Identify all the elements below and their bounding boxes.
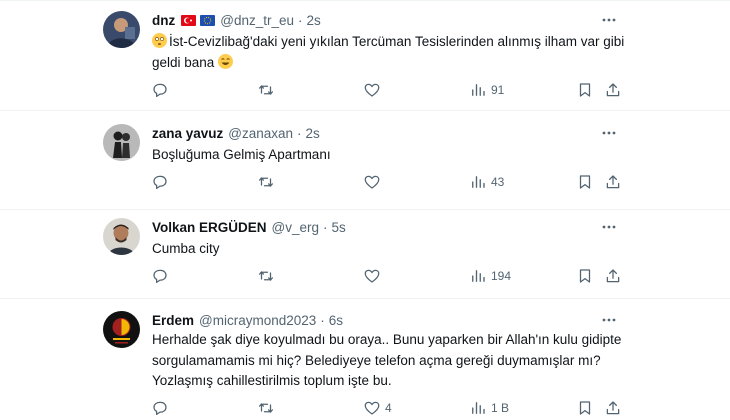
retweet-button[interactable] (257, 398, 275, 418)
separator: · (298, 12, 303, 28)
user-handle[interactable]: @zanaxan (228, 126, 293, 141)
reply-button[interactable] (151, 398, 169, 418)
tweet-text: İst-Cevizlibağ'daki yeni yıkılan Tercüma… (152, 32, 632, 73)
share-button[interactable] (604, 398, 622, 418)
user-handle[interactable]: @micraymond2023 (199, 313, 316, 328)
retweet-icon (258, 85, 274, 95)
retweet-button[interactable] (257, 266, 275, 286)
reply-icon (153, 269, 167, 284)
tweet-text: Boşluğuma Gelmiş Apartmanı (152, 147, 331, 162)
user-handle[interactable]: @v_erg (272, 220, 319, 235)
tweet-actions: 43 (151, 172, 621, 192)
tweet[interactable]: zana yavuz @zanaxan · 2s Boşluğuma Gelmi… (0, 110, 730, 210)
separator: · (323, 219, 328, 235)
display-name[interactable]: Volkan ERGÜDEN (152, 220, 267, 235)
display-name[interactable]: dnz (152, 13, 175, 28)
reply-button[interactable] (151, 80, 169, 100)
views-button[interactable]: 91 (469, 80, 504, 100)
reply-icon (153, 175, 167, 190)
retweet-icon (258, 271, 274, 281)
share-icon (606, 83, 620, 97)
like-button[interactable] (363, 80, 385, 100)
like-icon (364, 83, 380, 97)
bookmark-icon (579, 83, 591, 97)
eu-flag-icon (200, 14, 216, 26)
tweet-header: Volkan ERGÜDEN @v_erg · 5s (152, 218, 346, 236)
retweet-button[interactable] (257, 80, 275, 100)
user-handle[interactable]: @dnz_tr_eu (220, 13, 294, 28)
share-button[interactable] (604, 172, 622, 192)
views-icon (472, 84, 485, 96)
tweet-actions: 194 (151, 266, 621, 286)
views-icon (472, 176, 485, 188)
views-button[interactable]: 43 (469, 172, 504, 192)
share-icon (606, 269, 620, 283)
bookmark-button[interactable] (576, 172, 594, 192)
display-name[interactable]: Erdem (152, 313, 194, 328)
share-button[interactable] (604, 80, 622, 100)
views-count: 194 (491, 269, 512, 283)
tweet-header: Erdem @micraymond2023 · 6s (152, 311, 343, 329)
tweet-header: zana yavuz @zanaxan · 2s (152, 124, 320, 142)
retweet-icon (258, 403, 274, 413)
share-icon (606, 175, 620, 189)
more-icon[interactable] (601, 219, 617, 235)
bookmark-button[interactable] (576, 398, 594, 418)
like-count: 4 (385, 401, 392, 415)
like-button[interactable] (363, 172, 385, 192)
reply-icon (153, 83, 167, 98)
views-count: 1 B (491, 401, 510, 415)
timestamp[interactable]: 2s (307, 13, 321, 28)
like-icon (364, 175, 380, 189)
retweet-button[interactable] (257, 172, 275, 192)
views-count: 43 (491, 175, 505, 189)
more-icon[interactable] (601, 312, 617, 328)
views-button[interactable]: 194 (469, 266, 511, 286)
bookmark-button[interactable] (576, 80, 594, 100)
separator: · (297, 125, 302, 141)
timestamp[interactable]: 6s (329, 313, 343, 328)
avatar[interactable] (103, 218, 140, 255)
tweet[interactable]: dnz @dnz_tr_eu · 2s İst-Cevizlibağ'daki … (0, 0, 730, 111)
reply-button[interactable] (151, 266, 169, 286)
tweet-text: Herhalde şak diye koyulmadı bu oraya.. B… (152, 332, 622, 388)
like-button[interactable]: 4 (363, 398, 392, 418)
bookmark-icon (579, 175, 591, 189)
share-icon (606, 401, 620, 415)
tweet-actions: 4 1 B (151, 398, 621, 418)
timestamp[interactable]: 2s (306, 126, 320, 141)
grinning-face-emoji-icon (218, 53, 234, 69)
like-icon (364, 401, 380, 415)
views-count: 91 (491, 83, 505, 97)
avatar[interactable] (103, 11, 140, 48)
tweet-actions: 91 (151, 80, 621, 100)
retweet-icon (258, 177, 274, 187)
timestamp[interactable]: 5s (332, 220, 346, 235)
turkey-flag-icon (181, 14, 197, 26)
more-icon[interactable] (601, 125, 617, 141)
reply-icon (153, 401, 167, 416)
bookmark-icon (579, 401, 591, 415)
avatar[interactable] (103, 311, 140, 348)
separator: · (320, 312, 325, 328)
views-icon (472, 402, 485, 414)
like-button[interactable] (363, 266, 385, 286)
tweet-header: dnz @dnz_tr_eu · 2s (152, 11, 321, 29)
more-icon[interactable] (601, 12, 617, 28)
reply-button[interactable] (151, 172, 169, 192)
tweet[interactable]: Erdem @micraymond2023 · 6s Herhalde şak … (0, 299, 730, 420)
bookmark-button[interactable] (576, 266, 594, 286)
display-name[interactable]: zana yavuz (152, 126, 223, 141)
views-icon (472, 270, 485, 282)
tweet-text: Cumba city (152, 241, 220, 256)
flushed-face-emoji-icon (152, 33, 167, 48)
avatar[interactable] (103, 124, 140, 161)
views-button[interactable]: 1 B (469, 398, 509, 418)
tweet[interactable]: Volkan ERGÜDEN @v_erg · 5s Cumba city 19… (0, 210, 730, 299)
like-icon (364, 269, 380, 283)
bookmark-icon (579, 269, 591, 283)
share-button[interactable] (604, 266, 622, 286)
